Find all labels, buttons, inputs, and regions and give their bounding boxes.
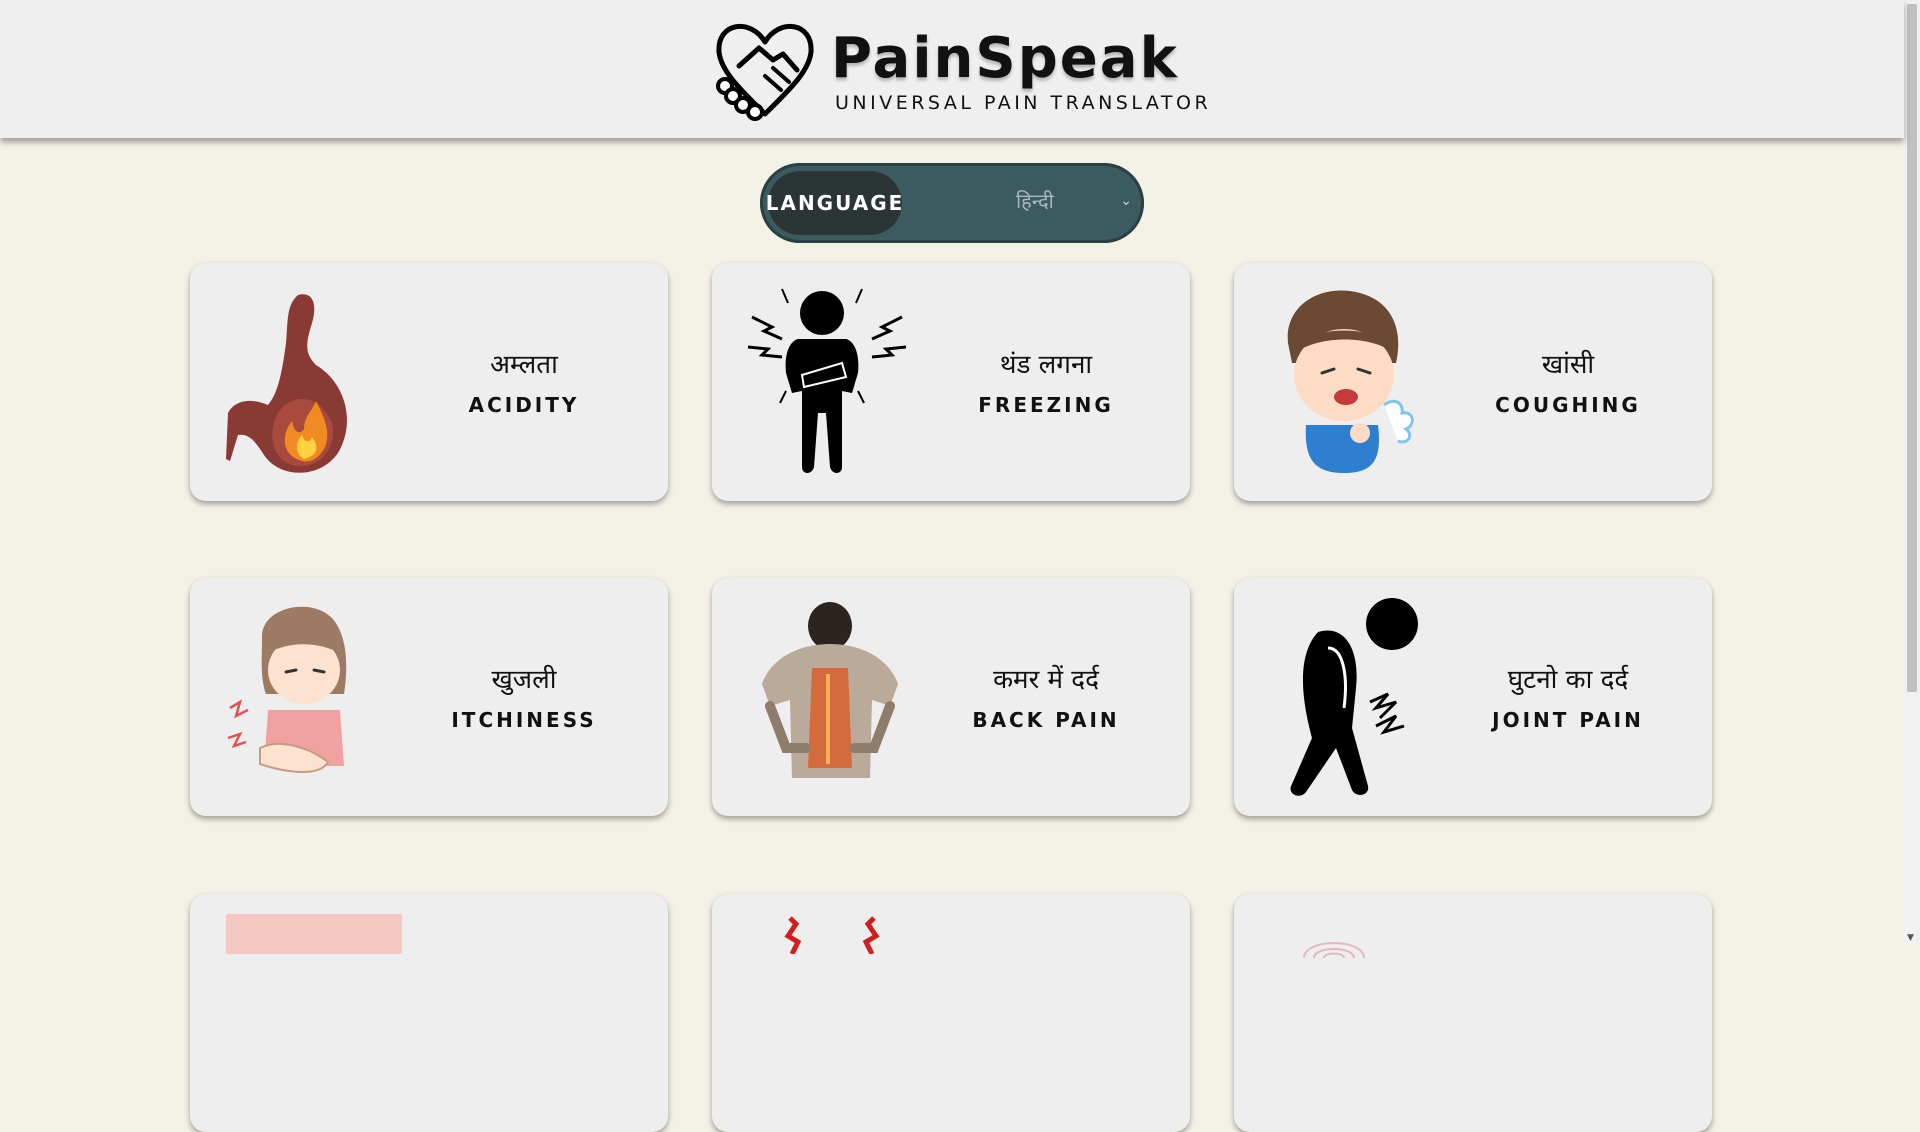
symptom-native-label: खुजली: [491, 665, 557, 695]
symptom-card-acidity[interactable]: अम्लता ACIDITY: [190, 263, 668, 501]
joint-pain-person-icon: [1290, 598, 1418, 796]
scrollbar-thumb[interactable]: [1907, 4, 1917, 692]
back-pain-icon: [762, 602, 898, 778]
language-selector[interactable]: LANGUAGE हिन्दी ⌄: [760, 163, 1144, 243]
shivering-person-icon: [747, 288, 907, 473]
pain-ripple-icon: [1303, 942, 1365, 958]
symptom-native-label: अम्लता: [490, 350, 558, 380]
symptom-card-joint-pain[interactable]: घुटनो का दर्द JOINT PAIN: [1234, 578, 1712, 816]
language-label: LANGUAGE: [766, 171, 902, 235]
coughing-boy-icon: [1287, 290, 1414, 473]
scroll-down-icon[interactable]: ▼: [1907, 933, 1914, 943]
symptom-english-label: JOINT PAIN: [1492, 708, 1644, 732]
symptom-english-label: ACIDITY: [468, 393, 580, 417]
symptom-english-label: ITCHINESS: [451, 708, 597, 732]
symptom-card-coughing[interactable]: खांसी COUGHING: [1234, 263, 1712, 501]
symptom-image: [226, 914, 402, 954]
symptom-card-row3-3[interactable]: [1234, 894, 1712, 1132]
symptom-native-label: कमर में दर्द: [993, 665, 1099, 695]
symptom-card-back-pain[interactable]: कमर में दर्द BACK PAIN: [712, 578, 1190, 816]
symptom-english-label: FREEZING: [978, 393, 1114, 417]
handshake-heart-icon: [716, 24, 814, 121]
symptom-native-label: थंड लगना: [999, 350, 1093, 380]
page-scrollbar[interactable]: ▼: [1904, 0, 1920, 945]
symptom-card-row3-1[interactable]: [190, 894, 668, 1132]
itching-girl-icon: [227, 606, 347, 773]
brand-tagline: UNIVERSAL PAIN TRANSLATOR: [835, 92, 1212, 114]
symptom-card-row3-2[interactable]: [712, 894, 1190, 1132]
pain-lightning-icon: [784, 916, 880, 954]
app-header: PainSpeak UNIVERSAL PAIN TRANSLATOR: [0, 0, 1904, 138]
brand-name: PainSpeak: [831, 26, 1179, 91]
symptom-english-label: COUGHING: [1495, 393, 1641, 417]
symptom-card-itchiness[interactable]: खुजली ITCHINESS: [190, 578, 668, 816]
brand-logo[interactable]: PainSpeak UNIVERSAL PAIN TRANSLATOR: [713, 16, 1213, 124]
chevron-down-icon[interactable]: ⌄: [1120, 193, 1132, 209]
symptom-native-label: खांसी: [1541, 350, 1595, 380]
symptom-native-label: घुटनो का दर्द: [1507, 665, 1629, 695]
symptom-english-label: BACK PAIN: [972, 708, 1120, 732]
symptom-card-freezing[interactable]: थंड लगना FREEZING: [712, 263, 1190, 501]
language-selected-value[interactable]: हिन्दी: [1016, 187, 1054, 214]
stomach-fire-icon: [226, 294, 347, 473]
